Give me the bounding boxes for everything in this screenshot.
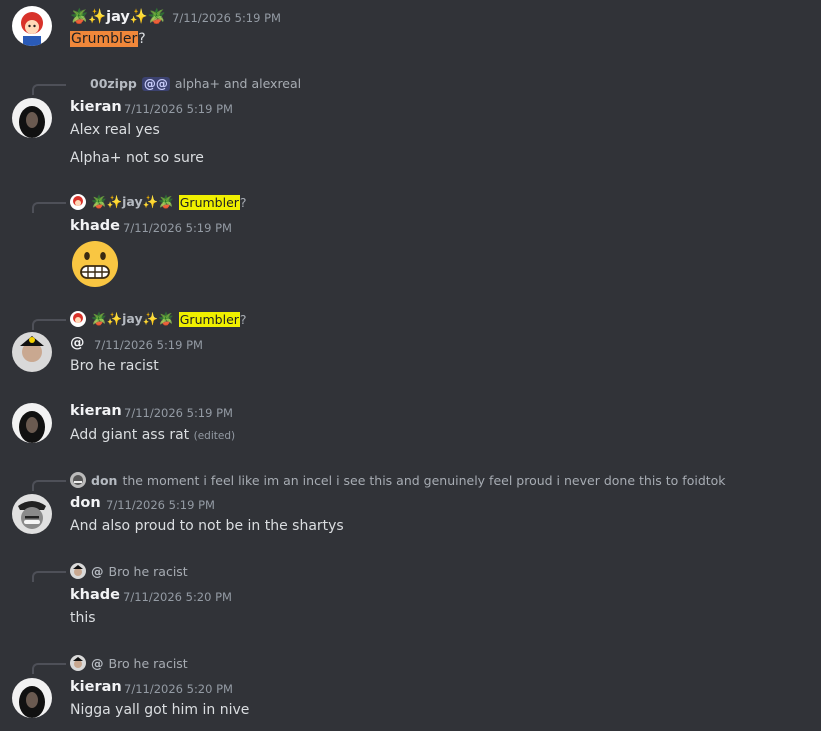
edited-label: (edited) xyxy=(193,430,236,442)
reply-spine xyxy=(32,84,66,95)
message-text: Bro he racist xyxy=(70,358,159,374)
username-khade[interactable]: khade xyxy=(70,587,120,603)
mini-avatar-jay xyxy=(70,194,86,210)
timestamp: 7/11/2026 5:19 PM xyxy=(94,338,203,352)
grimacing-face-emoji xyxy=(70,240,120,288)
message-text: this xyxy=(70,610,96,626)
reply-author[interactable]: don xyxy=(91,473,117,488)
message-text: Grumbler? xyxy=(70,31,146,47)
timestamp: 7/11/2026 5:20 PM xyxy=(124,682,233,696)
reply-preview[interactable]: 00zipp @@ alpha+ and alexreal xyxy=(90,76,301,91)
reply-author[interactable]: 🪴✨jay✨🪴 xyxy=(91,311,174,327)
reply-text: alpha+ and alexreal xyxy=(174,76,302,91)
reply-preview[interactable]: don the moment i feel like im an incel i… xyxy=(70,472,726,488)
username-khade[interactable]: khade xyxy=(70,218,120,234)
avatar-kieran[interactable] xyxy=(12,98,52,138)
reply-preview[interactable]: 🪴✨jay✨🪴 Grumbler? xyxy=(70,194,247,210)
timestamp: 7/11/2026 5:19 PM xyxy=(124,406,233,420)
reply-preview[interactable]: 🪴✨jay✨🪴 Grumbler? xyxy=(70,311,247,327)
username-jay[interactable]: 🪴✨jay✨🪴 xyxy=(70,8,166,25)
highlighted-word: Grumbler xyxy=(70,31,139,47)
reply-spine xyxy=(32,202,66,213)
username-at[interactable]: @ xyxy=(70,335,85,351)
message-text: Alpha+ not so sure xyxy=(70,150,204,166)
timestamp: 7/11/2026 5:19 PM xyxy=(124,102,233,116)
reply-text: Grumbler? xyxy=(178,311,247,327)
reply-spine xyxy=(32,480,66,491)
mini-avatar-don xyxy=(70,472,86,488)
mention-badge: @@ xyxy=(141,76,170,91)
avatar-jay[interactable] xyxy=(12,6,52,46)
reply-text: Grumbler? xyxy=(178,194,247,210)
timestamp: 7/11/2026 5:20 PM xyxy=(123,590,232,604)
reply-text: the moment i feel like im an incel i see… xyxy=(122,472,726,488)
reply-author[interactable]: 🪴✨jay✨🪴 xyxy=(91,194,174,210)
reply-author[interactable]: @ xyxy=(91,656,104,671)
reply-text: Bro he racist xyxy=(108,655,188,671)
avatar-don[interactable] xyxy=(12,494,52,534)
timestamp: 7/11/2026 5:19 PM xyxy=(172,11,281,25)
reply-author[interactable]: @ xyxy=(91,564,104,579)
avatar-kieran[interactable] xyxy=(12,403,52,443)
reply-spine xyxy=(32,663,66,674)
avatar-kieran[interactable] xyxy=(12,678,52,718)
reply-spine xyxy=(32,319,66,330)
message-text: Alex real yes xyxy=(70,122,160,138)
username-kieran[interactable]: kieran xyxy=(70,99,122,115)
timestamp: 7/11/2026 5:19 PM xyxy=(106,498,215,512)
mini-avatar-jay xyxy=(70,311,86,327)
message-text: Add giant ass rat (edited) xyxy=(70,427,236,443)
username-kieran[interactable]: kieran xyxy=(70,679,122,695)
reply-preview[interactable]: @ Bro he racist xyxy=(70,655,188,671)
reply-spine xyxy=(32,571,66,582)
mini-avatar-at-user xyxy=(70,563,86,579)
username-don[interactable]: don xyxy=(70,495,101,511)
avatar-at-user[interactable] xyxy=(12,332,52,372)
timestamp: 7/11/2026 5:19 PM xyxy=(123,221,232,235)
reply-author[interactable]: 00zipp xyxy=(90,76,137,91)
message-text: Nigga yall got him in nive xyxy=(70,702,250,718)
reply-text: Bro he racist xyxy=(108,563,188,579)
reply-preview[interactable]: @ Bro he racist xyxy=(70,563,188,579)
message-text: And also proud to not be in the shartys xyxy=(70,518,344,534)
mini-avatar-at-user xyxy=(70,655,86,671)
username-kieran[interactable]: kieran xyxy=(70,403,122,419)
